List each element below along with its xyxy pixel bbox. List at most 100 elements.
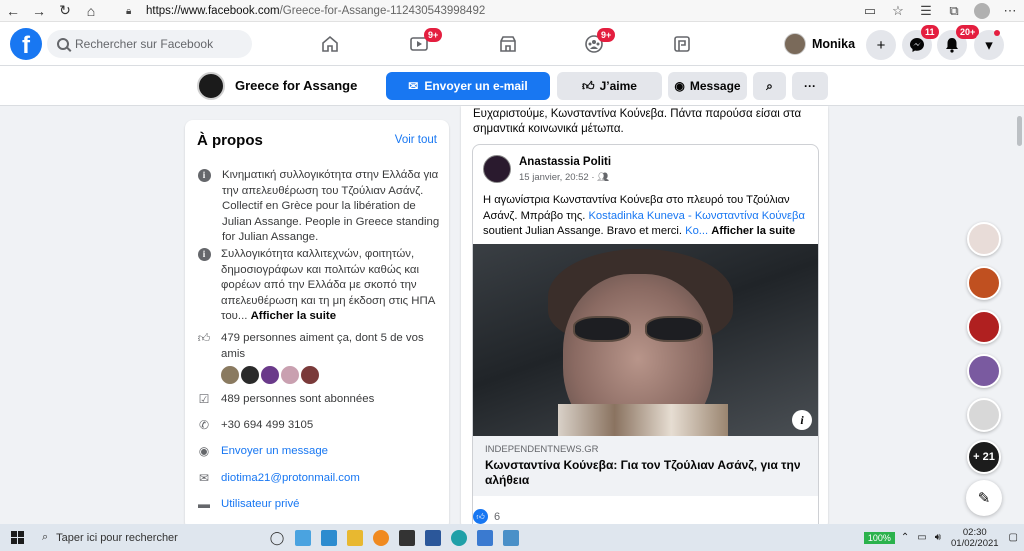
- explorer-icon[interactable]: [342, 524, 368, 551]
- reactions-count: 6: [494, 510, 501, 523]
- page-more-button[interactable]: ···: [792, 72, 828, 100]
- shared-author-name[interactable]: Anastassia Politi: [519, 156, 611, 168]
- avatar[interactable]: [299, 364, 321, 386]
- avatar[interactable]: [259, 364, 281, 386]
- forward-icon[interactable]: →: [26, 0, 52, 22]
- back-icon[interactable]: ←: [0, 0, 26, 22]
- notification-center-icon[interactable]: ▢: [1009, 532, 1018, 543]
- clock[interactable]: 02:30 01/02/2021: [951, 527, 999, 549]
- windows-start-icon[interactable]: [0, 524, 34, 551]
- about-title: À propos: [197, 132, 263, 149]
- about-send-message[interactable]: ◉ Envoyer un message: [197, 444, 441, 460]
- groups-badge: 9+: [597, 28, 616, 42]
- message-button[interactable]: ◉ Message: [668, 72, 747, 100]
- network-icon[interactable]: ▭: [917, 532, 926, 543]
- avatar[interactable]: [239, 364, 261, 386]
- browser-toolbar: ← → ↻ ⌂ 🔒︎ https://www.facebook.com/Gree…: [0, 0, 1024, 22]
- send-email-label: Envoyer un e-mail: [424, 79, 528, 93]
- volume-icon[interactable]: 🔊︎: [935, 532, 941, 543]
- profile-icon[interactable]: [968, 0, 996, 22]
- page-scrollbar[interactable]: [1015, 106, 1024, 524]
- word-icon[interactable]: [420, 524, 446, 551]
- about-email[interactable]: ✉ diotima21@protonmail.com: [197, 471, 441, 487]
- friend-avatars: [219, 364, 321, 386]
- reactions-summary[interactable]: 👍︎ 6: [473, 509, 500, 524]
- windows-taskbar: ⌕ Taper ici pour rechercher ◯ 100% ⌃ ▭ 🔊…: [0, 524, 1024, 551]
- like-reaction-icon: 👍︎: [473, 509, 488, 524]
- followers-text: 489 personnes sont abonnées: [221, 393, 375, 405]
- contact-avatar[interactable]: [967, 354, 1001, 388]
- see-more-link[interactable]: Afficher la suite: [251, 310, 336, 322]
- task-view-icon[interactable]: ◯: [264, 524, 290, 551]
- collections-icon[interactable]: ⧉: [940, 0, 968, 22]
- system-tray: 100% ⌃ ▭ 🔊︎ 02:30 01/02/2021 ▢: [863, 524, 1024, 551]
- watch-badge: 9+: [424, 28, 443, 42]
- description-text: Κινηματική συλλογικότητα στην Ελλάδα για…: [222, 169, 440, 243]
- like-page-button[interactable]: 👍︎ J’aime: [557, 72, 662, 100]
- more-contacts-avatar[interactable]: + 21: [967, 440, 1001, 474]
- app-orange-icon[interactable]: [368, 524, 394, 551]
- favorite-star-icon[interactable]: ☆: [884, 0, 912, 22]
- send-message-link[interactable]: Envoyer un message: [221, 444, 328, 460]
- store-icon[interactable]: [394, 524, 420, 551]
- search-input[interactable]: Rechercher sur Facebook: [47, 30, 252, 58]
- contact-avatar[interactable]: [967, 222, 1001, 256]
- folder-icon: ▬: [198, 497, 210, 511]
- reload-icon[interactable]: ↻: [52, 0, 78, 22]
- more-icon[interactable]: ⋯: [996, 0, 1024, 22]
- create-plus-icon[interactable]: +: [866, 30, 896, 60]
- messenger-icon: ◉: [198, 444, 210, 458]
- page-search-button[interactable]: ⌕: [753, 72, 786, 100]
- friends-audience-icon: 👥︎: [597, 172, 610, 183]
- post-card: Ευχαριστούμε, Κωνσταντίνα Κούνεβα. Πάντα…: [461, 106, 828, 530]
- post-text: Ευχαριστούμε, Κωνσταντίνα Κούνεβα. Πάντα…: [473, 108, 802, 135]
- shared-post[interactable]: Anastassia Politi 15 janvier, 20:52 · 👥︎…: [472, 144, 819, 530]
- favorites-icon[interactable]: ☰: [912, 0, 940, 22]
- avatar[interactable]: [483, 155, 511, 183]
- thumbs-up-icon: 👍︎: [197, 330, 211, 345]
- contact-avatar[interactable]: [967, 398, 1001, 432]
- taskbar-search-input[interactable]: ⌕ Taper ici pour rechercher: [34, 524, 264, 551]
- facebook-logo-icon[interactable]: f: [10, 28, 42, 60]
- gaming-nav-icon[interactable]: [668, 30, 696, 58]
- mail-app-icon[interactable]: [290, 524, 316, 551]
- see-more-link[interactable]: Afficher la suite: [711, 225, 795, 237]
- photos-icon[interactable]: [498, 524, 524, 551]
- about-private-user[interactable]: ▬ Utilisateur privé: [197, 497, 441, 513]
- shared-post-time[interactable]: 15 janvier, 20:52 ·: [519, 172, 595, 183]
- address-bar[interactable]: 🔒︎ https://www.facebook.com/Greece-for-A…: [126, 2, 896, 20]
- avatar[interactable]: [279, 364, 301, 386]
- avatar[interactable]: [219, 364, 241, 386]
- contact-avatar[interactable]: [967, 310, 1001, 344]
- battery-indicator[interactable]: 100%: [863, 531, 895, 544]
- contact-avatar[interactable]: [967, 266, 1001, 300]
- email-link[interactable]: diotima21@protonmail.com: [221, 471, 360, 487]
- new-message-edit-icon[interactable]: ✎: [966, 480, 1002, 516]
- shared-text-part: soutient Julian Assange. Bravo et merci.: [483, 225, 686, 237]
- app-blue-icon[interactable]: [472, 524, 498, 551]
- reader-icon[interactable]: ▭: [856, 0, 884, 22]
- messenger-badge: 11: [921, 25, 939, 39]
- app-l-icon[interactable]: [316, 524, 342, 551]
- info-icon[interactable]: i: [792, 410, 812, 430]
- lock-icon: 🔒︎: [126, 6, 132, 17]
- article-photo[interactable]: i: [473, 244, 818, 436]
- clock-date: 01/02/2021: [951, 537, 999, 549]
- search-icon: ⌕: [42, 531, 49, 543]
- user-profile-chip[interactable]: Monika: [784, 30, 855, 58]
- marketplace-nav-icon[interactable]: [494, 30, 522, 58]
- private-user-link[interactable]: Utilisateur privé: [221, 497, 300, 513]
- home-nav-icon[interactable]: [316, 30, 344, 58]
- page-avatar[interactable]: [197, 72, 225, 100]
- link-title[interactable]: Κωνσταντίνα Κούνεβα: Για τον Τζούλιαν Ασ…: [485, 458, 810, 488]
- see-all-link[interactable]: Voir tout: [395, 134, 437, 146]
- info-icon: i: [197, 247, 211, 261]
- mention-link[interactable]: Kostadinka Kuneva - Κωνσταντίνα Κούνεβα: [588, 210, 804, 222]
- about-likes: 👍︎ 479 personnes aiment ça, dont 5 de vo…: [197, 331, 441, 362]
- edge-icon[interactable]: [446, 524, 472, 551]
- truncated-link[interactable]: Ko...: [685, 225, 708, 237]
- tray-chevron-icon[interactable]: ⌃: [901, 532, 909, 543]
- page-name[interactable]: Greece for Assange: [235, 78, 357, 93]
- send-email-button[interactable]: ✉ Envoyer un e-mail: [386, 72, 550, 100]
- home-icon[interactable]: ⌂: [78, 0, 104, 22]
